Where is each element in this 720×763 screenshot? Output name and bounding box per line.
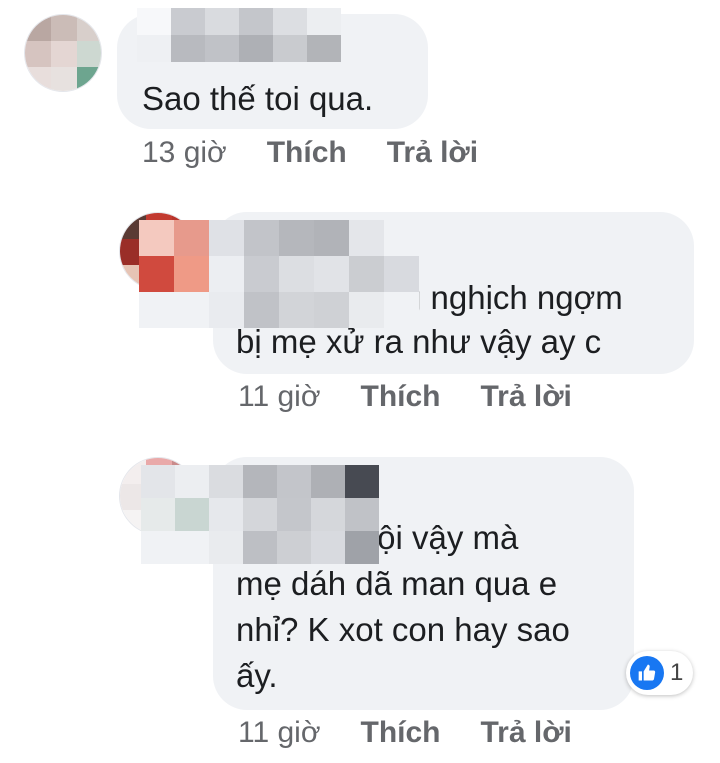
comment-bubble: Sao thế toi qua. (117, 8, 428, 129)
comment-text-line-4: ấy. (236, 657, 278, 694)
like-icon (630, 656, 664, 690)
comment-bubble: g nghịch ngợm bị mẹ xử ra như vậy ay c (139, 212, 694, 374)
timestamp[interactable]: 13 giờ (142, 136, 227, 170)
like-button[interactable]: Thích (267, 136, 347, 170)
comment-text-line-2: mẹ dáh dã man qua e (236, 565, 558, 602)
like-button[interactable]: Thích (361, 380, 441, 414)
blurred-author-name (137, 8, 341, 62)
comment-actions: 11 giờ Thích Trả lời (238, 380, 572, 414)
avatar[interactable] (24, 14, 102, 92)
blurred-avatar-image (25, 15, 101, 91)
reply-button[interactable]: Trả lời (387, 136, 478, 170)
reply-button[interactable]: Trả lời (481, 380, 572, 414)
comment-text: Sao thế toi qua. (142, 80, 374, 117)
comment-text-line-1: tội vậy mà (368, 519, 519, 556)
reply-button[interactable]: Trả lời (481, 716, 572, 750)
reaction-badge[interactable]: 1 (626, 651, 694, 695)
comment-text-line-1: g nghịch ngợm (403, 279, 623, 316)
timestamp[interactable]: 11 giờ (238, 716, 321, 750)
comment-bubble: tội vậy mà mẹ dáh dã man qua e nhỉ? K xo… (141, 457, 634, 710)
comment-text-line-3: nhỉ? K xot con hay sao (236, 611, 570, 648)
blurred-author-name (141, 465, 381, 565)
like-button[interactable]: Thích (361, 716, 441, 750)
blurred-author-name (139, 220, 419, 328)
comment-actions: 11 giờ Thích Trả lời (238, 716, 572, 750)
comment-actions: 13 giờ Thích Trả lời (142, 136, 478, 170)
reaction-count: 1 (670, 659, 684, 686)
timestamp[interactable]: 11 giờ (238, 380, 321, 414)
